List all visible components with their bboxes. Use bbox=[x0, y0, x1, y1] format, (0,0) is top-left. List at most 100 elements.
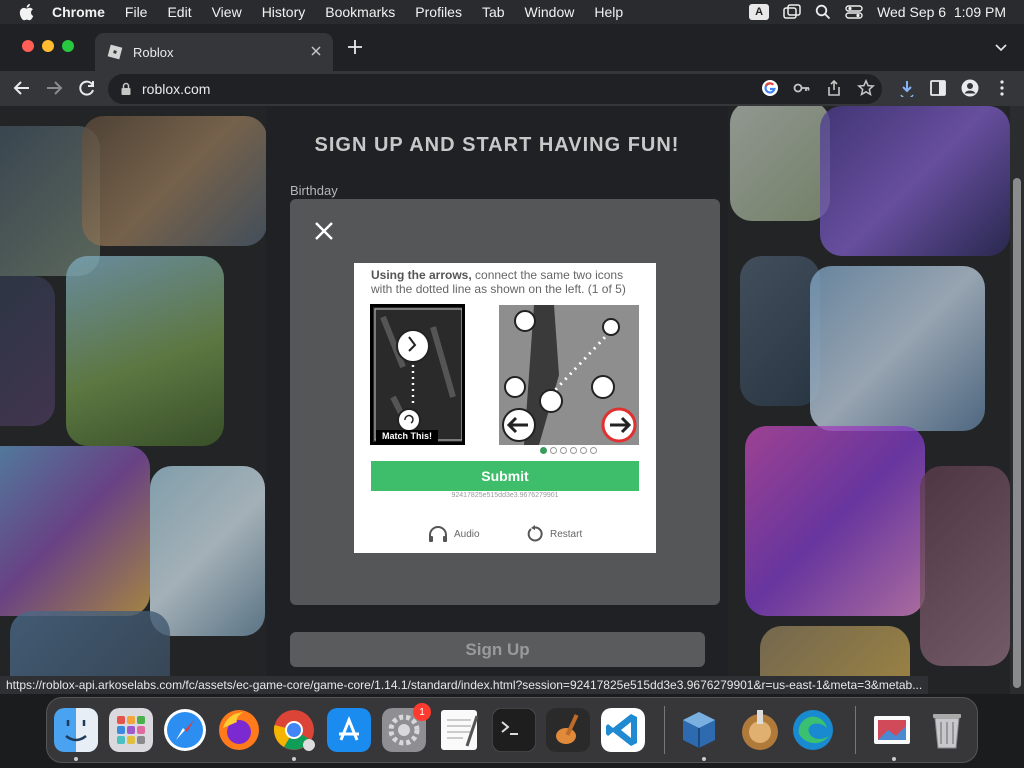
background-game-tile bbox=[810, 266, 985, 431]
captcha-sample-image: Match This! bbox=[370, 304, 465, 445]
running-indicator bbox=[702, 757, 706, 761]
settings-notification-badge: 1 bbox=[413, 703, 431, 721]
menu-bookmarks[interactable]: Bookmarks bbox=[325, 4, 395, 20]
page-title: SIGN UP AND START HAVING FUN! bbox=[314, 134, 680, 156]
headphones-icon bbox=[429, 526, 447, 542]
preview-icon[interactable] bbox=[870, 708, 914, 752]
menu-window[interactable]: Window bbox=[525, 4, 575, 20]
tab-search-chevron-icon[interactable] bbox=[994, 40, 1008, 54]
password-key-icon[interactable] bbox=[793, 79, 811, 97]
match-this-label: Match This! bbox=[376, 430, 439, 442]
apple-icon[interactable] bbox=[18, 3, 36, 21]
audio-label: Audio bbox=[454, 528, 480, 540]
link-status-bubble: https://roblox-api.arkoselabs.com/fc/ass… bbox=[0, 676, 929, 694]
dock-separator bbox=[664, 706, 665, 754]
edge-icon[interactable] bbox=[791, 708, 835, 752]
control-center-icon[interactable] bbox=[845, 4, 863, 20]
reload-icon[interactable] bbox=[77, 78, 97, 98]
birthday-label: Birthday bbox=[290, 183, 338, 198]
lock-icon[interactable] bbox=[120, 82, 132, 96]
finder-icon[interactable] bbox=[54, 708, 98, 752]
virtualbox-icon[interactable] bbox=[677, 708, 721, 752]
running-indicator bbox=[892, 757, 896, 761]
submit-button[interactable]: Submit bbox=[371, 461, 639, 491]
spotlight-search-icon[interactable] bbox=[815, 4, 831, 20]
menu-datetime[interactable]: Wed Sep 6 1:09 PM bbox=[877, 4, 1006, 20]
right-arrow-button-icon[interactable] bbox=[601, 407, 637, 443]
progress-dot bbox=[590, 447, 597, 454]
captcha-instruction-bold: Using the arrows, bbox=[371, 268, 472, 282]
downloads-icon[interactable] bbox=[898, 79, 916, 97]
captcha-puzzle-image bbox=[499, 305, 639, 445]
restart-label: Restart bbox=[550, 528, 583, 540]
garageband-icon[interactable] bbox=[546, 708, 590, 752]
share-icon[interactable] bbox=[825, 79, 843, 97]
progress-dot bbox=[550, 447, 557, 454]
vscode-icon[interactable] bbox=[601, 708, 645, 752]
running-indicator bbox=[74, 757, 78, 761]
progress-dot bbox=[540, 447, 547, 454]
back-arrow-icon[interactable] bbox=[12, 78, 32, 98]
menu-edit[interactable]: Edit bbox=[167, 4, 191, 20]
menu-view[interactable]: View bbox=[212, 4, 242, 20]
chrome-icon[interactable] bbox=[272, 708, 316, 752]
input-source-indicator[interactable]: A bbox=[749, 4, 770, 20]
menu-help[interactable]: Help bbox=[594, 4, 623, 20]
page-scrollbar-thumb[interactable] bbox=[1013, 178, 1021, 688]
profile-avatar-icon[interactable] bbox=[961, 79, 979, 97]
google-icon[interactable] bbox=[761, 79, 779, 97]
window-zoom-button[interactable] bbox=[62, 40, 74, 52]
restart-icon bbox=[527, 525, 543, 542]
tab-close-icon[interactable] bbox=[309, 44, 323, 58]
dock-separator bbox=[855, 706, 856, 754]
trash-icon[interactable] bbox=[925, 708, 969, 752]
close-icon[interactable] bbox=[312, 219, 336, 243]
new-tab-icon[interactable] bbox=[346, 38, 364, 56]
menu-history[interactable]: History bbox=[262, 4, 306, 20]
session-id: 92417825e515dd3e3.9676279901 bbox=[451, 492, 559, 499]
forward-arrow-icon[interactable] bbox=[44, 78, 64, 98]
background-game-tile bbox=[740, 256, 820, 406]
window-close-button[interactable] bbox=[22, 40, 34, 52]
url-text[interactable]: roblox.com bbox=[142, 81, 210, 97]
lion-installer-icon[interactable] bbox=[738, 708, 782, 752]
left-arrow-button-icon[interactable] bbox=[501, 407, 537, 443]
roblox-favicon-icon bbox=[107, 44, 123, 60]
tab-title: Roblox bbox=[133, 44, 174, 60]
running-indicator bbox=[292, 757, 296, 761]
menu-tab[interactable]: Tab bbox=[482, 4, 505, 20]
progress-dot bbox=[570, 447, 577, 454]
textedit-icon[interactable] bbox=[437, 708, 481, 752]
restart-button[interactable]: Restart bbox=[526, 525, 582, 543]
background-game-tile bbox=[820, 106, 1010, 256]
progress-dot bbox=[560, 447, 567, 454]
background-game-tile bbox=[745, 426, 925, 616]
bookmark-star-icon[interactable] bbox=[857, 79, 875, 97]
audio-button[interactable]: Audio bbox=[428, 525, 480, 543]
captcha-progress-dots bbox=[540, 447, 597, 454]
menu-file[interactable]: File bbox=[125, 4, 148, 20]
background-game-tile bbox=[730, 106, 830, 221]
terminal-icon[interactable] bbox=[492, 708, 536, 752]
background-game-tile bbox=[150, 466, 265, 636]
app-store-icon[interactable] bbox=[327, 708, 371, 752]
side-panel-icon[interactable] bbox=[929, 79, 947, 97]
background-game-tile bbox=[0, 446, 150, 616]
menu-app-name[interactable]: Chrome bbox=[52, 4, 105, 20]
captcha-instruction: Using the arrows, connect the same two i… bbox=[371, 268, 639, 296]
window-minimize-button[interactable] bbox=[42, 40, 54, 52]
menu-profiles[interactable]: Profiles bbox=[415, 4, 462, 20]
launchpad-icon[interactable] bbox=[109, 708, 153, 752]
background-game-tile bbox=[82, 116, 267, 246]
tab-roblox[interactable]: Roblox bbox=[95, 33, 333, 71]
background-game-tile bbox=[66, 256, 224, 446]
progress-dot bbox=[580, 447, 587, 454]
safari-icon[interactable] bbox=[163, 708, 207, 752]
chrome-menu-kebab-icon[interactable] bbox=[993, 79, 1011, 97]
firefox-icon[interactable] bbox=[217, 708, 261, 752]
sign-up-button[interactable]: Sign Up bbox=[290, 632, 705, 667]
window-switcher-icon[interactable] bbox=[783, 4, 801, 20]
captcha-sample-art bbox=[373, 307, 462, 442]
background-game-tile bbox=[0, 276, 55, 426]
menu-bar: Chrome File Edit View History Bookmarks … bbox=[0, 0, 1024, 24]
